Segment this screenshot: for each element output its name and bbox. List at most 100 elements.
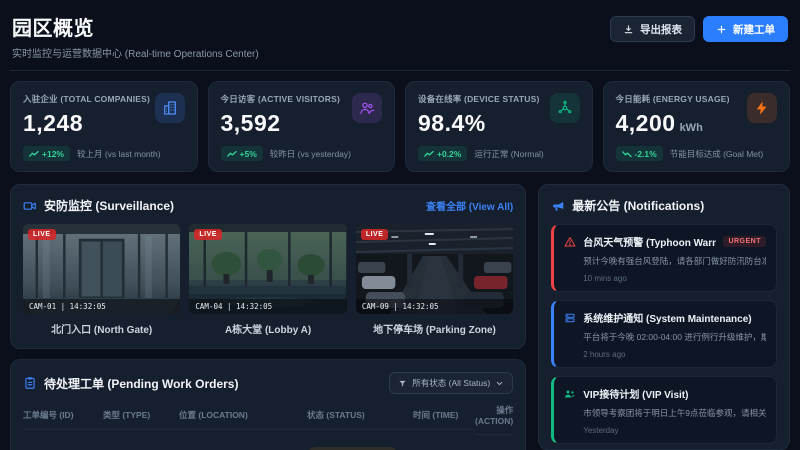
- camera-meta: CAM-01 | 14:32:05: [23, 299, 181, 314]
- trend-badge: +5%: [220, 146, 263, 161]
- stat-card-devices: 设备在线率 (DEVICE STATUS) 98.4% +0.2% 运行正常 (…: [405, 81, 593, 172]
- notification-typhoon-warning[interactable]: 台风天气预警 (Typhoon Warning) URGENT 预计今晚有强台风…: [551, 224, 777, 292]
- notifications-panel: 最新公告 (Notifications) 台风天气预警 (Typhoon War…: [538, 184, 790, 450]
- camera-card-lobby-a[interactable]: LIVE CAM-04 | 14:32:05 A栋大堂 (Lobby A): [189, 224, 347, 336]
- stats-row: 入驻企业 (TOTAL COMPANIES) 1,248 +12% 较上月 (v…: [10, 81, 790, 172]
- live-badge: LIVE: [28, 229, 56, 240]
- camera-name: 北门入口 (North Gate): [51, 325, 153, 336]
- trend-down-icon: [621, 150, 632, 157]
- surveillance-title: 安防监控 (Surveillance): [23, 197, 174, 214]
- stat-value: 3,592: [220, 110, 281, 136]
- urgent-badge: URGENT: [723, 236, 766, 247]
- work-orders-panel: 待处理工单 (Pending Work Orders) 所有状态 (All St…: [10, 359, 527, 450]
- camera-name: A栋大堂 (Lobby A): [224, 325, 312, 336]
- order-location: 3号楼电梯 (Elevator B3): [179, 437, 307, 450]
- view-all-link[interactable]: 查看全部 (View All): [426, 198, 513, 213]
- export-report-label: 导出报表: [640, 23, 682, 36]
- stat-value: 1,248: [23, 110, 84, 136]
- download-icon: [624, 24, 633, 33]
- video-camera-icon: [23, 201, 36, 210]
- status-filter-dropdown[interactable]: 所有状态 (All Status): [389, 372, 514, 394]
- header-titles: 园区概览 实时监控与运营数据中心 (Real-time Operations C…: [12, 12, 259, 60]
- order-time: 10:00 AM: [413, 439, 475, 450]
- notification-body: 市领导考察团将于明日上午9点莅临参观，请相关部门做好接待。: [583, 408, 766, 418]
- stat-value: 98.4%: [418, 110, 486, 136]
- trend-badge: +0.2%: [418, 146, 468, 161]
- column-header-type: 类型 (TYPE): [103, 403, 179, 430]
- page-header: 园区概览 实时监控与运营数据中心 (Real-time Operations C…: [10, 10, 790, 71]
- stat-unit: kWh: [679, 122, 703, 134]
- stat-note: 节能目标达成 (Goal Met): [669, 148, 764, 159]
- work-orders-table: 工单编号 (ID) 类型 (TYPE) 位置 (LOCATION) 状态 (ST…: [23, 398, 513, 450]
- trend-up-icon: [424, 150, 434, 157]
- column-header-time: 时间 (TIME): [413, 403, 475, 430]
- notification-time: Yesterday: [583, 426, 619, 435]
- notification-title: VIP接待计划 (VIP Visit): [583, 390, 689, 401]
- notification-body: 平台将于今晚 02:00-04:00 进行例行升级维护，期间服务可能中断。: [583, 332, 766, 342]
- new-work-order-button[interactable]: 新建工单: [703, 16, 788, 42]
- stat-label: 设备在线率 (DEVICE STATUS): [418, 94, 540, 104]
- stat-note: 较昨日 (vs yesterday): [269, 148, 351, 159]
- stat-card-energy: 今日能耗 (ENERGY USAGE) 4,200 kWh -2.1% 节能目标…: [602, 81, 790, 172]
- building-icon: [154, 93, 185, 123]
- chevron-down-icon: [497, 381, 503, 385]
- trend-up-icon: [29, 150, 39, 157]
- stat-value: 4,200: [615, 110, 676, 136]
- order-action-cell: 处理: [475, 437, 513, 450]
- column-header-location: 位置 (LOCATION): [179, 403, 307, 430]
- notification-list: 台风天气预警 (Typhoon Warning) URGENT 预计今晚有强台风…: [551, 224, 777, 450]
- camera-grid: LIVE CAM-01 | 14:32:05 北门入口 (North Gate): [23, 224, 514, 336]
- surveillance-panel: 安防监控 (Surveillance) 查看全部 (View All) LIVE…: [10, 184, 527, 349]
- server-icon: [565, 313, 575, 322]
- notification-time: 2 hours ago: [583, 350, 626, 359]
- header-actions: 导出报表 新建工单: [610, 16, 788, 42]
- camera-feed-image: LIVE CAM-01 | 14:32:05: [23, 224, 181, 314]
- trend-badge: -2.1%: [615, 146, 663, 161]
- camera-meta: CAM-09 | 14:32:05: [355, 299, 514, 314]
- new-work-order-label: 新建工单: [733, 23, 775, 36]
- notification-title: 系统维护通知 (System Maintenance): [583, 314, 752, 325]
- notifications-title: 最新公告 (Notifications): [551, 197, 704, 214]
- stat-label: 今日能耗 (ENERGY USAGE): [615, 94, 730, 104]
- camera-feed-image: LIVE CAM-09 | 14:32:05: [355, 224, 514, 314]
- status-filter-label: 所有状态 (All Status): [412, 378, 491, 388]
- plus-icon: [717, 25, 726, 33]
- stat-note: 运行正常 (Normal): [474, 148, 544, 159]
- stat-note: 较上月 (vs last month): [76, 148, 161, 159]
- camera-meta: CAM-04 | 14:32:05: [189, 299, 347, 314]
- clipboard-icon: [25, 377, 35, 389]
- stat-card-visitors: 今日访客 (ACTIVE VISITORS) 3,592 +5% 较昨日 (vs…: [207, 81, 395, 172]
- work-orders-title: 待处理工单 (Pending Work Orders): [23, 375, 238, 392]
- camera-name: 地下停车场 (Parking Zone): [373, 325, 496, 336]
- page-title: 园区概览: [12, 18, 94, 40]
- trend-up-icon: [226, 150, 237, 157]
- warning-icon: [564, 236, 576, 246]
- trend-badge: +12%: [23, 146, 70, 161]
- notification-system-maintenance[interactable]: 系统维护通知 (System Maintenance) 平台将于今晚 02:00…: [551, 300, 777, 368]
- dashboard-page: 园区概览 实时监控与运营数据中心 (Real-time Operations C…: [0, 0, 800, 450]
- notification-body: 预计今晚有强台风登陆，请各部门做好防汛防台准备工作。: [583, 256, 766, 266]
- order-id: #WO-2023001: [23, 439, 103, 450]
- live-badge: LIVE: [194, 229, 222, 240]
- column-header-id: 工单编号 (ID): [23, 403, 103, 430]
- notification-title: 台风天气预警 (Typhoon Warning): [583, 238, 717, 249]
- stat-label: 入驻企业 (TOTAL COMPANIES): [23, 94, 151, 104]
- stat-label: 今日访客 (ACTIVE VISITORS): [220, 94, 340, 104]
- notification-time: 10 mins ago: [583, 274, 627, 283]
- filter-icon: [399, 380, 406, 386]
- column-header-status: 状态 (STATUS): [307, 403, 413, 430]
- notification-vip-visit[interactable]: VIP接待计划 (VIP Visit) 市领导考察团将于明日上午9点莅临参观，请…: [551, 376, 777, 444]
- camera-card-north-gate[interactable]: LIVE CAM-01 | 14:32:05 北门入口 (North Gate): [23, 224, 181, 336]
- export-report-button[interactable]: 导出报表: [610, 16, 695, 42]
- camera-feed-image: LIVE CAM-04 | 14:32:05: [189, 224, 347, 314]
- network-icon: [549, 93, 580, 123]
- order-status: 待处理 (Pending): [307, 435, 413, 450]
- live-badge: LIVE: [360, 229, 389, 240]
- camera-card-parking[interactable]: LIVE CAM-09 | 14:32:05 地下停车场 (Parking Zo…: [355, 224, 514, 336]
- page-subtitle: 实时监控与运营数据中心 (Real-time Operations Center…: [12, 49, 259, 60]
- order-type: 设施维修: [103, 437, 179, 450]
- megaphone-icon: [553, 201, 564, 211]
- users-icon: [352, 93, 382, 123]
- column-header-action: 操作 (ACTION): [475, 398, 513, 435]
- bolt-icon: [747, 93, 777, 123]
